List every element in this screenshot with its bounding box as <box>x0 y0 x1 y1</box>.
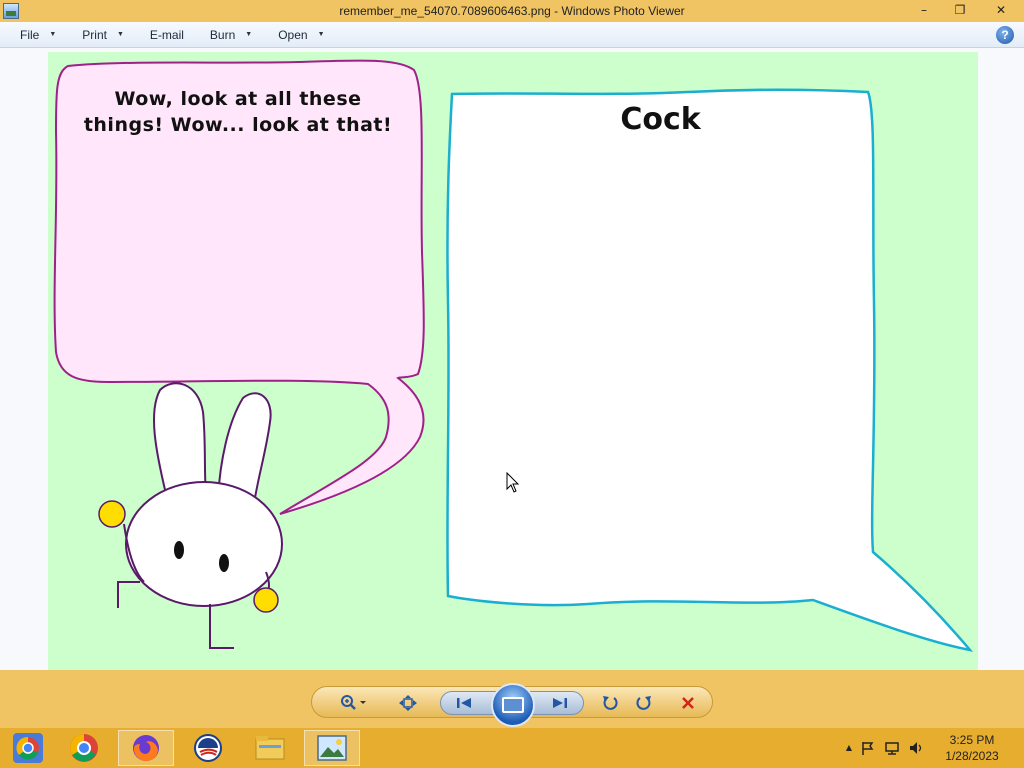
taskbar-photo-viewer[interactable] <box>304 730 360 766</box>
previous-icon <box>457 698 471 708</box>
taskbar: ▲ 3:25 PM 1/28/2023 <box>0 728 1024 768</box>
volume-icon[interactable] <box>908 740 924 756</box>
chevron-down-icon: ▼ <box>245 31 253 38</box>
menu-file-label: File <box>20 27 40 42</box>
rotate-counterclockwise-button[interactable] <box>596 693 624 713</box>
taskbar-chrome-remote[interactable] <box>0 730 56 766</box>
bunny-drawing <box>98 382 283 649</box>
bunny-right-hand <box>253 587 279 613</box>
control-pill <box>311 683 713 727</box>
fit-window-icon <box>399 695 417 711</box>
right-bubble-text: Cock <box>620 102 701 137</box>
bunny-head <box>125 481 283 607</box>
network-icon[interactable] <box>884 740 900 756</box>
taskbar-file-explorer[interactable] <box>242 730 298 766</box>
menu-email[interactable]: E-mail <box>142 24 192 46</box>
close-button[interactable]: ✕ <box>978 0 1024 20</box>
bunny-left-leg <box>117 581 140 608</box>
displayed-image: Wow, look at all these things! Wow... lo… <box>48 52 978 670</box>
title-bar: remember_me_54070.7089606463.png - Windo… <box>0 0 1024 22</box>
clock-time: 3:25 PM <box>949 733 995 747</box>
window-controls: – ❐ ✕ <box>906 0 1024 22</box>
comic-drawing <box>53 59 974 652</box>
taskbar-clock[interactable]: 3:25 PM 1/28/2023 <box>934 732 1010 764</box>
bunny-left-ear <box>152 382 207 497</box>
slideshow-button[interactable] <box>491 683 535 727</box>
file-explorer-icon <box>255 736 285 760</box>
taskbar-chrome[interactable] <box>56 730 112 766</box>
minimize-button[interactable]: – <box>906 0 942 20</box>
chrome-icon <box>70 734 98 762</box>
bunny-right-eye <box>219 554 229 572</box>
taskbar-obama[interactable] <box>180 730 236 766</box>
obama-logo-icon <box>194 734 222 762</box>
bunny-left-eye <box>174 541 184 559</box>
zoom-button[interactable] <box>336 693 372 713</box>
zoom-icon <box>341 695 366 710</box>
image-viewer: Wow, look at all these things! Wow... lo… <box>0 48 1024 670</box>
right-speech-bubble <box>446 88 974 652</box>
chrome-remote-icon <box>13 733 43 763</box>
minimize-icon: – <box>921 3 927 17</box>
chevron-down-icon: ▼ <box>116 31 124 38</box>
tray-expand-icon[interactable]: ▲ <box>846 743 852 756</box>
next-icon <box>553 698 567 708</box>
help-icon: ? <box>1001 28 1009 42</box>
restore-button[interactable]: ❐ <box>942 0 978 20</box>
system-tray: ▲ <box>846 740 924 756</box>
delete-icon <box>682 697 694 709</box>
taskbar-firefox[interactable] <box>118 730 174 766</box>
bunny-right-leg <box>209 604 234 649</box>
photo-viewer-icon <box>317 735 347 761</box>
bunny-left-hand <box>98 500 126 528</box>
menu-open-label: Open <box>278 27 308 42</box>
previous-button[interactable] <box>450 693 478 713</box>
menu-burn-label: Burn <box>209 27 236 42</box>
photo-viewer-app-icon[interactable] <box>3 3 19 19</box>
restore-icon: ❐ <box>954 3 966 17</box>
rotate-clockwise-button[interactable] <box>630 693 658 713</box>
delete-button[interactable] <box>674 693 702 713</box>
menu-print-label: Print <box>82 27 107 42</box>
help-button[interactable]: ? <box>996 26 1014 44</box>
firefox-icon <box>133 735 159 762</box>
menu-burn[interactable]: Burn ▼ <box>202 24 260 46</box>
next-button[interactable] <box>546 693 574 713</box>
menu-bar: File ▼ Print ▼ E-mail Burn ▼ Open ▼ ? <box>0 22 1024 48</box>
menu-file[interactable]: File ▼ <box>12 24 64 46</box>
clock-date: 1/28/2023 <box>945 749 999 763</box>
fit-window-button[interactable] <box>394 693 422 713</box>
action-center-flag-icon[interactable] <box>860 740 876 756</box>
menu-print[interactable]: Print ▼ <box>74 24 132 46</box>
rotate-clockwise-icon <box>636 696 651 710</box>
rotate-counterclockwise-icon <box>603 696 618 710</box>
menu-email-label: E-mail <box>149 27 184 42</box>
mouse-cursor-icon <box>506 472 520 493</box>
left-bubble-text: Wow, look at all these things! Wow... lo… <box>78 86 398 138</box>
chevron-down-icon: ▼ <box>49 31 57 38</box>
viewer-control-bar <box>0 670 1024 728</box>
left-bubble-line-2: things! Wow... look at that! <box>83 114 393 136</box>
left-bubble-line-1: Wow, look at all these <box>114 88 362 110</box>
menu-open[interactable]: Open ▼ <box>270 24 332 46</box>
window-title: remember_me_54070.7089606463.png - Windo… <box>339 4 685 18</box>
chevron-down-icon: ▼ <box>317 31 325 38</box>
close-icon: ✕ <box>995 3 1007 17</box>
